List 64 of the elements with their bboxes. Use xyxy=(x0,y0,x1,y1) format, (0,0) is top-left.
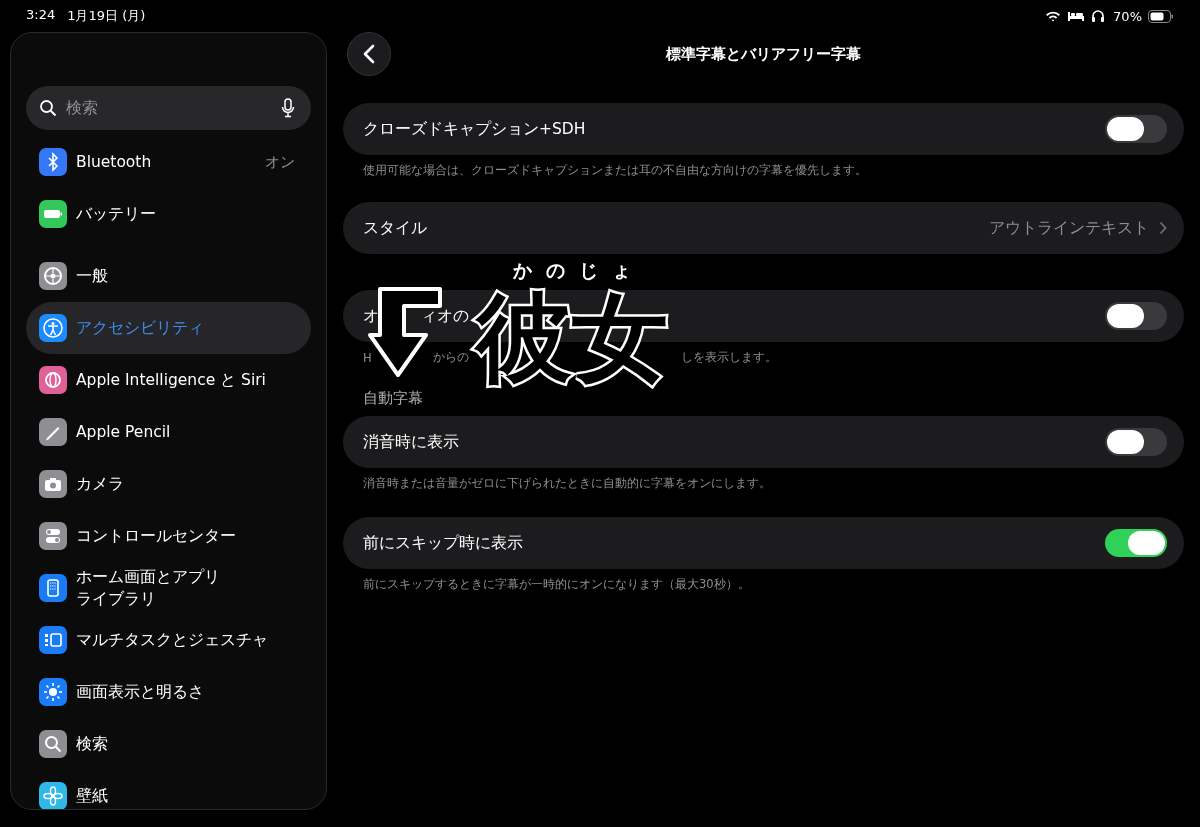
sidebar-item[interactable]: 検索 xyxy=(26,718,311,770)
row-label: 前にスキップ時に表示 xyxy=(363,532,523,554)
sidebar-item[interactable]: コントロールセンター xyxy=(26,510,311,562)
sidebar-item[interactable]: ホーム画面とアプリライブラリ xyxy=(26,562,311,614)
toggle-switch[interactable] xyxy=(1105,428,1167,456)
page-title: 標準字幕とバリアフリー字幕 xyxy=(666,44,861,64)
item-label: コントロールセンター xyxy=(76,526,237,547)
search-field[interactable]: 検索 xyxy=(26,86,311,130)
row-label: スタイル xyxy=(363,217,427,239)
status-time: 3:24 xyxy=(26,7,56,24)
footer-note: 前にスキップするときに字幕が一時的にオンになります（最大30秒）。 xyxy=(362,576,751,592)
sidebar-item[interactable]: Apple Pencil xyxy=(26,406,311,458)
sidebar-item[interactable]: Bluetooth オン xyxy=(26,136,311,188)
toggle-switch[interactable] xyxy=(1105,529,1167,557)
toggle-switch[interactable] xyxy=(1105,115,1167,143)
item-label: 検索 xyxy=(76,734,109,755)
setting-row[interactable]: スタイル アウトラインテキスト xyxy=(343,202,1184,254)
row-label: 消音時に表示 xyxy=(363,431,459,453)
sidebar-item[interactable]: マルチタスクとジェスチャ xyxy=(26,614,311,666)
toggle-switch[interactable] xyxy=(1105,302,1167,330)
headphones-icon xyxy=(1091,9,1106,23)
item-label: アクセシビリティ xyxy=(76,318,205,339)
section-header: 自動字幕 xyxy=(362,389,424,409)
bed-icon xyxy=(1067,10,1086,22)
setting-row[interactable]: 消音時に表示 xyxy=(343,416,1184,468)
item-label: Bluetooth xyxy=(76,152,153,173)
item-label: マルチタスクとジェスチャ xyxy=(76,630,269,651)
sidebar-item[interactable]: 壁紙 xyxy=(26,770,311,809)
row-label: ィオの xyxy=(421,305,469,327)
wifi-icon xyxy=(1045,10,1062,22)
setting-row[interactable]: 前にスキップ時に表示 xyxy=(343,517,1184,569)
footer-note: しを表示します。 xyxy=(680,350,777,365)
item-label: バッテリー xyxy=(76,204,157,225)
status-date: 1月19日 (月) xyxy=(67,7,146,25)
chevron-right-icon xyxy=(1159,221,1167,235)
footer-note: H xyxy=(363,350,372,365)
item-value: オン xyxy=(265,152,295,172)
item-label: Apple Pencil xyxy=(76,422,172,443)
sidebar-item[interactable]: Apple Intelligence と Siri xyxy=(26,354,311,406)
footer-note: からの xyxy=(432,350,469,365)
microphone-icon xyxy=(281,98,295,118)
row-label: クローズドキャプション+SDH xyxy=(363,118,586,140)
footer-note: 使用可能な場合は、クローズドキャプションまたは耳の不自由な方向けの字幕を優先します。 xyxy=(362,162,868,178)
item-label: 一般 xyxy=(76,266,109,287)
battery-percent: 70% xyxy=(1113,8,1142,24)
back-button[interactable] xyxy=(347,32,391,76)
chevron-left-icon xyxy=(363,44,375,64)
sidebar-item[interactable]: バッテリー xyxy=(26,188,311,240)
battery-icon xyxy=(1148,9,1174,23)
row-value: アウトラインテキスト xyxy=(989,217,1149,239)
sidebar-item[interactable]: アクセシビリティ xyxy=(26,302,311,354)
row-label: オ xyxy=(363,305,379,327)
item-label: Apple Intelligence と Siri xyxy=(76,370,267,391)
sidebar-item[interactable]: 画面表示と明るさ xyxy=(26,666,311,718)
furigana-caption: かのじょ xyxy=(512,258,645,282)
search-icon xyxy=(39,99,57,117)
item-label: カメラ xyxy=(76,474,125,495)
item-label: ホーム画面とアプリライブラリ xyxy=(76,567,221,610)
setting-row[interactable]: クローズドキャプション+SDH xyxy=(343,103,1184,155)
footer-note: 消音時または音量がゼロに下げられたときに自動的に字幕をオンにします。 xyxy=(362,475,772,491)
sidebar-item[interactable]: 一般 xyxy=(26,250,311,302)
item-label: 画面表示と明るさ xyxy=(76,682,205,703)
sidebar-item[interactable]: カメラ xyxy=(26,458,311,510)
item-label: 壁紙 xyxy=(76,786,109,807)
